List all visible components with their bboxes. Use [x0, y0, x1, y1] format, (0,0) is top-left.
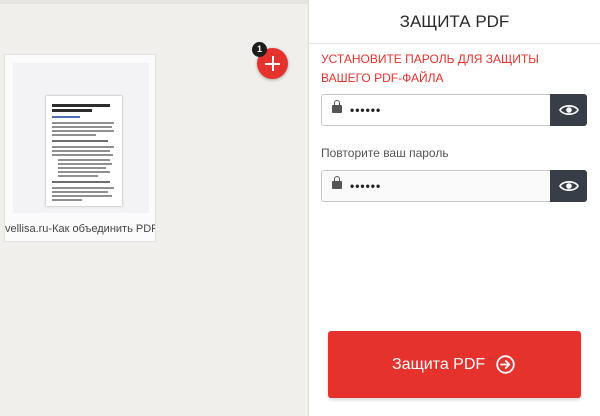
repeat-password-field[interactable]: ••••••	[321, 170, 550, 202]
lock-icon	[332, 100, 342, 113]
file-card[interactable]: vellisa.ru-Как объединить PDF...	[4, 54, 156, 242]
repeat-password-value: ••••••	[350, 179, 382, 193]
file-workspace: vellisa.ru-Как объединить PDF... 1	[0, 0, 308, 416]
file-name: vellisa.ru-Как объединить PDF...	[5, 223, 155, 235]
protect-sidebar: ЗАЩИТА PDF УСТАНОВИТЕ ПАРОЛЬ ДЛЯ ЗАЩИТЫ …	[308, 0, 600, 416]
lock-icon	[332, 176, 342, 189]
eye-icon	[559, 181, 579, 191]
password-instruction: УСТАНОВИТЕ ПАРОЛЬ ДЛЯ ЗАЩИТЫ ВАШЕГО PDF-…	[321, 52, 539, 85]
show-password-button[interactable]	[550, 94, 587, 126]
pdf-page-preview	[46, 96, 122, 206]
repeat-password-row: ••••••	[321, 170, 587, 202]
file-count-badge: 1	[252, 42, 267, 57]
panel-title: ЗАЩИТА PDF	[309, 0, 600, 44]
eye-icon	[559, 105, 579, 115]
protect-pdf-label: Защита PDF	[392, 356, 486, 373]
protect-pdf-button[interactable]: Защита PDF	[328, 331, 581, 398]
password-field[interactable]: ••••••	[321, 94, 550, 126]
file-thumbnail	[13, 63, 149, 213]
arrow-right-circle-icon	[496, 355, 515, 374]
password-row: ••••••	[321, 94, 587, 126]
top-divider	[0, 0, 308, 4]
password-value: ••••••	[350, 103, 382, 117]
repeat-password-label: Повторите ваш пароль	[321, 146, 449, 160]
show-repeat-password-button[interactable]	[550, 170, 587, 202]
